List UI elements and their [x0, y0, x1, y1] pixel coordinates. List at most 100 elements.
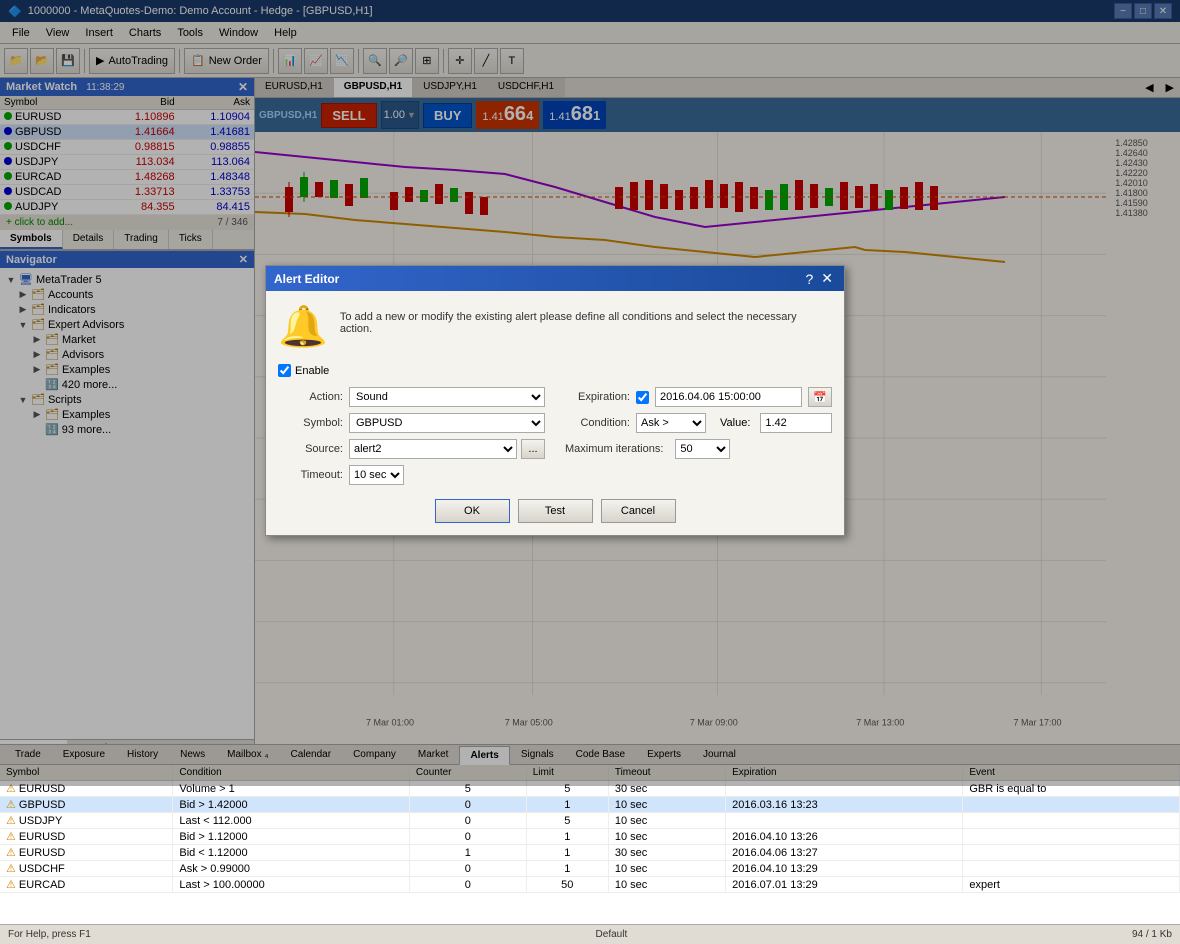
max-iter-select[interactable]: 50 10 100: [675, 439, 730, 459]
alert-icon: ⚠: [6, 831, 16, 843]
alert-symbol: ⚠ EURUSD: [0, 845, 173, 861]
action-row: Action: Sound Alert Email Notification: [278, 387, 545, 407]
action-select[interactable]: Sound Alert Email Notification: [349, 387, 545, 407]
alert-limit: 1: [526, 797, 608, 813]
action-label: Action:: [278, 391, 343, 403]
alert-row[interactable]: ⚠ USDJPY Last < 112.000 0 5 10 sec: [0, 813, 1180, 829]
dialog-info-text: To add a new or modify the existing aler…: [340, 303, 832, 335]
expiration-row: Expiration: 📅: [565, 387, 832, 407]
alert-condition: Ask > 0.99000: [173, 861, 410, 877]
condition-row: Condition: Ask > Ask < Bid > Bid < Value…: [565, 413, 832, 433]
alert-icon: ⚠: [6, 879, 16, 891]
alert-expiration: 2016.07.01 13:29: [726, 877, 963, 893]
dialog-title-bar: Alert Editor ? ✕: [266, 266, 844, 291]
bell-icon: 🔔: [278, 303, 328, 350]
alert-condition: Last > 100.00000: [173, 877, 410, 893]
dialog-help-button[interactable]: ?: [802, 270, 816, 287]
alert-expiration: 2016.04.06 13:27: [726, 845, 963, 861]
bottom-content: Symbol Condition Counter Limit Timeout E…: [0, 765, 1180, 924]
alert-event: [963, 797, 1180, 813]
alert-symbol: ⚠ EURUSD: [0, 829, 173, 845]
alert-timeout: 30 sec: [608, 845, 725, 861]
source-label: Source:: [278, 443, 343, 455]
alert-limit: 50: [526, 877, 608, 893]
alert-row[interactable]: ⚠ GBPUSD Bid > 1.42000 0 1 10 sec 2016.0…: [0, 797, 1180, 813]
browse-button[interactable]: ...: [521, 439, 545, 459]
alert-symbol: ⚠ GBPUSD: [0, 797, 173, 813]
max-iter-label: Maximum iterations:: [565, 443, 663, 455]
expiration-checkbox-label[interactable]: [636, 391, 649, 404]
expiration-input[interactable]: [655, 387, 802, 407]
expiration-calendar-button[interactable]: 📅: [808, 387, 832, 407]
alert-condition: Last < 112.000: [173, 813, 410, 829]
dialog-overlay: Alert Editor ? ✕ 🔔 To add a new or modif…: [0, 0, 1180, 786]
alert-row[interactable]: ⚠ USDCHF Ask > 0.99000 0 1 10 sec 2016.0…: [0, 861, 1180, 877]
alert-timeout: 10 sec: [608, 861, 725, 877]
alert-expiration: 2016.04.10 13:26: [726, 829, 963, 845]
alert-limit: 1: [526, 829, 608, 845]
alert-limit: 5: [526, 813, 608, 829]
value-input[interactable]: [760, 413, 832, 433]
test-button[interactable]: Test: [518, 499, 593, 523]
status-right: 94 / 1 Kb: [1132, 929, 1172, 940]
enable-label: Enable: [295, 365, 329, 377]
status-bar: For Help, press F1 Default 94 / 1 Kb: [0, 924, 1180, 944]
alert-timeout: 10 sec: [608, 877, 725, 893]
alert-condition: Bid > 1.12000: [173, 829, 410, 845]
alert-counter: 0: [409, 877, 526, 893]
alert-counter: 1: [409, 845, 526, 861]
alert-timeout: 10 sec: [608, 829, 725, 845]
alert-timeout: 10 sec: [608, 797, 725, 813]
alert-row[interactable]: ⚠ EURUSD Bid > 1.12000 0 1 10 sec 2016.0…: [0, 829, 1180, 845]
alert-event: expert: [963, 877, 1180, 893]
dialog-title-buttons: ? ✕: [802, 270, 836, 287]
dialog-form: Action: Sound Alert Email Notification S…: [278, 387, 832, 485]
dialog-title-label: Alert Editor: [274, 272, 339, 286]
alert-counter: 0: [409, 797, 526, 813]
alert-counter: 0: [409, 861, 526, 877]
ok-button[interactable]: OK: [435, 499, 510, 523]
alert-icon: ⚠: [6, 799, 16, 811]
dialog-info: 🔔 To add a new or modify the existing al…: [278, 303, 832, 350]
alert-event: [963, 813, 1180, 829]
alert-icon: ⚠: [6, 863, 16, 875]
condition-label: Condition:: [565, 417, 630, 429]
alert-expiration: 2016.03.16 13:23: [726, 797, 963, 813]
dialog-form-right: Expiration: 📅 Condition: Ask > Ask < Bid…: [565, 387, 832, 485]
dialog-close-button[interactable]: ✕: [818, 270, 836, 287]
dialog-enable-row: Enable: [278, 364, 832, 377]
dialog-body: 🔔 To add a new or modify the existing al…: [266, 291, 844, 535]
condition-select[interactable]: Ask > Ask < Bid > Bid <: [636, 413, 706, 433]
expiration-checkbox[interactable]: [636, 391, 649, 404]
timeout-label: Timeout:: [278, 469, 343, 481]
timeout-select[interactable]: 10 sec 30 sec 1 min: [349, 465, 404, 485]
alert-limit: 1: [526, 861, 608, 877]
expiration-label: Expiration:: [565, 391, 630, 403]
alert-expiration: 2016.04.10 13:29: [726, 861, 963, 877]
alert-counter: 0: [409, 829, 526, 845]
max-iter-row: Maximum iterations: 50 10 100: [565, 439, 832, 459]
alert-editor-dialog: Alert Editor ? ✕ 🔔 To add a new or modif…: [265, 265, 845, 536]
status-help: For Help, press F1: [8, 929, 91, 940]
value-label: Value:: [720, 417, 750, 429]
alert-expiration: [726, 813, 963, 829]
enable-checkbox-label[interactable]: Enable: [278, 364, 832, 377]
alert-icon: ⚠: [6, 847, 16, 859]
dialog-form-left: Action: Sound Alert Email Notification S…: [278, 387, 545, 485]
dialog-buttons: OK Test Cancel: [278, 499, 832, 523]
alert-timeout: 10 sec: [608, 813, 725, 829]
timeout-row: Timeout: 10 sec 30 sec 1 min: [278, 465, 545, 485]
alert-event: [963, 829, 1180, 845]
alert-symbol: ⚠ USDCHF: [0, 861, 173, 877]
alert-row[interactable]: ⚠ EURUSD Bid < 1.12000 1 1 30 sec 2016.0…: [0, 845, 1180, 861]
alert-event: [963, 845, 1180, 861]
symbol-label: Symbol:: [278, 417, 343, 429]
alert-condition: Bid < 1.12000: [173, 845, 410, 861]
source-select[interactable]: alert2 alert1: [349, 439, 517, 459]
alert-symbol: ⚠ EURCAD: [0, 877, 173, 893]
alert-row[interactable]: ⚠ EURCAD Last > 100.00000 0 50 10 sec 20…: [0, 877, 1180, 893]
cancel-button[interactable]: Cancel: [601, 499, 676, 523]
symbol-select[interactable]: GBPUSD EURUSD USDJPY: [349, 413, 545, 433]
enable-checkbox[interactable]: [278, 364, 291, 377]
source-input-group: alert2 alert1 ...: [349, 439, 545, 459]
